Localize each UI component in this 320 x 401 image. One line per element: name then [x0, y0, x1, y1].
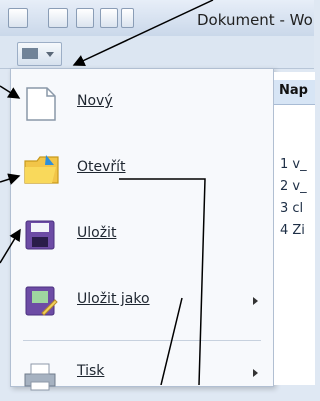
dropdown-arrow-icon: [46, 52, 54, 57]
recent-document-item[interactable]: 1 v_: [280, 157, 307, 172]
menu-separator: [23, 340, 261, 341]
recent-document-item[interactable]: 4 Zi: [280, 223, 305, 238]
menu-item-label: Nový: [77, 93, 113, 109]
app-icon[interactable]: [8, 8, 28, 28]
window-title: Dokument - Wo: [197, 11, 313, 29]
recent-document-item[interactable]: 2 v_: [280, 179, 307, 194]
recent-documents-header: Nap: [274, 80, 315, 105]
menu-item-new[interactable]: Nový: [11, 75, 273, 131]
menu-item-open[interactable]: Otevřít: [11, 141, 273, 197]
submenu-arrow-icon: [253, 297, 258, 305]
qat-dropdown-icon[interactable]: [121, 8, 134, 28]
undo-icon[interactable]: [76, 8, 94, 28]
save-as-icon: [25, 286, 58, 316]
new-document-icon: [26, 87, 56, 121]
printer-icon: [24, 363, 56, 391]
save-icon: [25, 220, 55, 250]
menu-item-save-as[interactable]: Uložit jako: [11, 273, 273, 329]
file-menu-icon: [22, 48, 38, 59]
open-folder-icon: [24, 155, 59, 184]
menu-item-label: Tisk: [77, 363, 105, 379]
recent-document-item[interactable]: 3 cl: [280, 201, 303, 216]
redo-icon[interactable]: [100, 8, 118, 28]
menu-item-print[interactable]: Tisk: [11, 345, 273, 401]
menu-item-label: Uložit: [77, 225, 117, 241]
submenu-arrow-icon: [253, 369, 258, 377]
save-icon[interactable]: [48, 8, 68, 28]
menu-item-label: Otevřít: [77, 159, 126, 175]
title-bar: Dokument - Wo: [0, 0, 314, 37]
recent-documents-panel: Nap 1 v_ 2 v_ 3 cl 4 Zi: [273, 72, 315, 385]
menu-item-label: Uložit jako: [77, 291, 150, 307]
file-menu: Nový Otevřít Uložit Uložit jako Tisk: [10, 68, 274, 391]
file-menu-button[interactable]: [17, 42, 62, 66]
menu-item-save[interactable]: Uložit: [11, 207, 273, 263]
recent-documents-title: Nap: [279, 83, 308, 98]
